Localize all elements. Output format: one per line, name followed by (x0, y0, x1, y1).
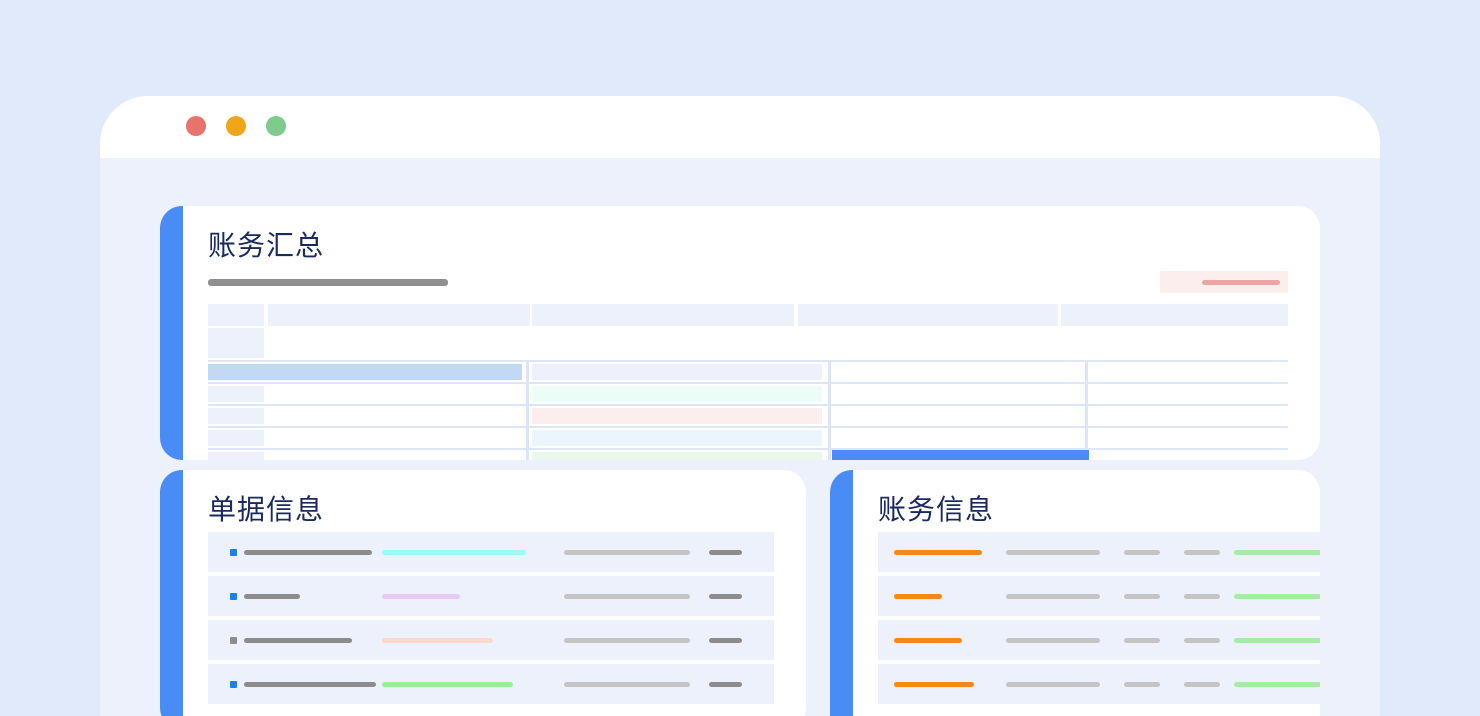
table-divider (208, 426, 1288, 428)
window-titlebar (100, 96, 1380, 158)
item-detail-placeholder (1124, 594, 1160, 599)
bullet-marker (230, 549, 237, 556)
table-header-cell (532, 304, 794, 326)
card-accent-bar (160, 206, 183, 460)
item-tag-placeholder (382, 638, 493, 643)
item-value-placeholder (709, 550, 742, 555)
summary-action-badge[interactable] (1160, 271, 1288, 293)
card-accent-bar (830, 470, 853, 716)
list-item[interactable] (208, 576, 774, 616)
summary-subtitle-placeholder (208, 279, 448, 286)
item-detail-placeholder (564, 682, 690, 687)
table-header-cell (798, 304, 1058, 326)
item-value-placeholder (709, 638, 742, 643)
table-cell-red (532, 408, 822, 424)
bullet-marker (230, 637, 237, 644)
item-status-placeholder (1234, 594, 1320, 599)
item-detail-placeholder (1006, 638, 1100, 643)
item-tag-placeholder (382, 594, 460, 599)
bullet-marker (230, 593, 237, 600)
table-column-divider (828, 360, 831, 460)
item-label-placeholder (244, 594, 300, 599)
table-row-selected[interactable] (208, 364, 522, 380)
table-row-stub (208, 408, 264, 424)
accounts-card: 账务信息 (830, 470, 1320, 716)
item-detail-placeholder (1124, 682, 1160, 687)
summary-card-title: 账务汇总 (208, 229, 325, 262)
list-item[interactable] (208, 532, 774, 572)
table-cell-cyan (532, 386, 822, 402)
item-highlight-placeholder (894, 594, 942, 599)
documents-card-title: 单据信息 (208, 493, 325, 526)
table-column-divider (1085, 360, 1088, 460)
table-header-cell (208, 304, 264, 326)
minimize-window-dot[interactable] (226, 116, 246, 136)
table-divider (208, 448, 1288, 450)
card-accent-bar (160, 470, 183, 716)
item-label-placeholder (244, 638, 352, 643)
list-item[interactable] (208, 620, 774, 660)
accounts-card-title: 账务信息 (878, 493, 995, 526)
item-tag-placeholder (382, 550, 526, 555)
item-detail-placeholder (564, 550, 690, 555)
documents-card: 单据信息 (160, 470, 806, 716)
item-value-placeholder (709, 594, 742, 599)
item-detail-placeholder (564, 638, 690, 643)
table-cell-green (532, 452, 822, 460)
item-detail-placeholder (1184, 550, 1220, 555)
item-highlight-placeholder (894, 682, 974, 687)
app-window: 账务汇总 单据信息 账务信息 (100, 96, 1380, 716)
list-item[interactable] (208, 664, 774, 704)
item-value-placeholder (709, 682, 742, 687)
summary-card: 账务汇总 (160, 206, 1320, 460)
table-divider (208, 404, 1288, 406)
table-subheader-cell (208, 328, 264, 358)
item-status-placeholder (1234, 550, 1320, 555)
item-detail-placeholder (1124, 550, 1160, 555)
list-item[interactable] (878, 576, 1320, 616)
item-highlight-placeholder (894, 550, 982, 555)
summary-action-label-placeholder (1202, 280, 1280, 285)
bullet-marker (230, 681, 237, 688)
item-detail-placeholder (564, 594, 690, 599)
table-cell (532, 364, 822, 380)
item-highlight-placeholder (894, 638, 962, 643)
summary-table (208, 304, 1288, 460)
table-row-stub (208, 452, 264, 460)
table-row-stub (208, 386, 264, 402)
list-item[interactable] (878, 620, 1320, 660)
close-window-dot[interactable] (186, 116, 206, 136)
item-label-placeholder (244, 682, 376, 687)
list-item[interactable] (878, 664, 1320, 704)
item-detail-placeholder (1006, 594, 1100, 599)
table-divider (208, 382, 1288, 384)
table-header-cell (1061, 304, 1288, 326)
item-tag-placeholder (382, 682, 513, 687)
table-cell-blue (532, 430, 822, 446)
item-detail-placeholder (1124, 638, 1160, 643)
table-divider (208, 360, 1288, 362)
item-label-placeholder (244, 550, 372, 555)
item-detail-placeholder (1184, 682, 1220, 687)
item-status-placeholder (1234, 682, 1320, 687)
item-status-placeholder (1234, 638, 1320, 643)
table-row-stub (208, 430, 264, 446)
item-detail-placeholder (1184, 638, 1220, 643)
list-item[interactable] (878, 532, 1320, 572)
item-detail-placeholder (1006, 550, 1100, 555)
item-detail-placeholder (1006, 682, 1100, 687)
table-header-cell (268, 304, 530, 326)
table-column-divider (526, 360, 529, 460)
table-progress-bar (832, 450, 1089, 460)
maximize-window-dot[interactable] (266, 116, 286, 136)
item-detail-placeholder (1184, 594, 1220, 599)
